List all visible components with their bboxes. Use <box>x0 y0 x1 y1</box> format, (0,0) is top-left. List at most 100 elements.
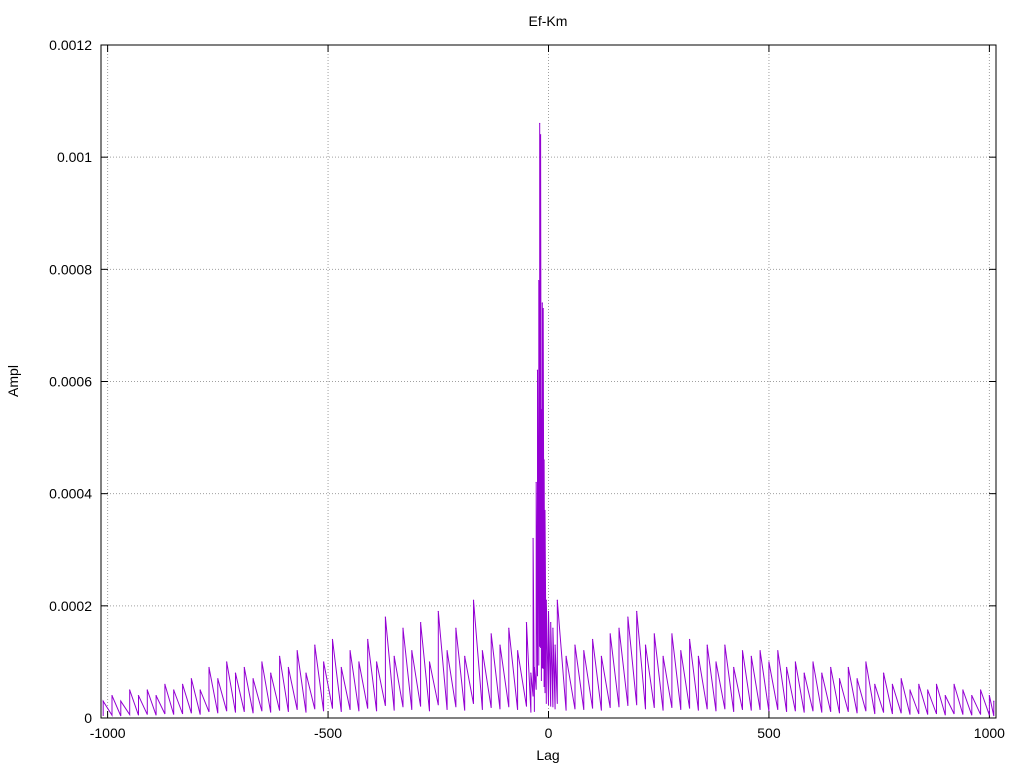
data-point <box>544 509 546 512</box>
data-point <box>644 644 647 646</box>
data-point <box>536 369 539 371</box>
data-point <box>243 666 245 669</box>
data-point <box>724 644 726 646</box>
data-point <box>988 694 990 697</box>
data-point <box>927 689 929 691</box>
data-point <box>715 661 717 663</box>
x-tick-label: 500 <box>757 725 781 741</box>
data-point <box>688 638 691 641</box>
data-point <box>918 683 920 685</box>
data-point <box>349 650 351 652</box>
x-axis-label: Lag <box>536 747 559 763</box>
data-point <box>532 537 534 540</box>
data-point <box>636 610 638 613</box>
data-point <box>411 650 413 652</box>
data-point <box>535 481 537 484</box>
data-point <box>697 655 700 657</box>
data-point <box>979 689 982 691</box>
data-point <box>662 655 664 657</box>
data-point <box>446 650 448 652</box>
data-point <box>838 678 841 680</box>
data-point <box>671 633 673 635</box>
data-point <box>706 644 708 646</box>
y-tick-label: 0.0002 <box>49 598 92 614</box>
data-point <box>111 694 113 697</box>
y-tick-label: 0.0004 <box>49 486 92 502</box>
data-point <box>900 678 902 680</box>
data-point <box>270 672 272 674</box>
data-point <box>296 650 298 652</box>
data-point <box>953 683 955 685</box>
x-tick-label: -500 <box>314 725 342 741</box>
data-point <box>750 655 752 657</box>
data-point <box>865 661 867 663</box>
data-point <box>129 689 131 691</box>
series-line-0 <box>102 123 995 718</box>
data-point <box>261 661 263 663</box>
data-point <box>944 694 946 697</box>
data-point <box>208 666 210 669</box>
series-group <box>102 122 995 718</box>
chart-svg: Ef-Km 0 0.0002 0.0004 0.0006 0.0008 0.001 0.00… <box>5 13 1005 763</box>
data-point <box>733 666 735 669</box>
data-point <box>545 599 547 601</box>
data-point <box>554 644 556 646</box>
data-point <box>812 661 814 663</box>
data-point <box>420 622 422 624</box>
x-tick-label: 1000 <box>974 725 1005 741</box>
data-point <box>472 599 475 601</box>
data-point <box>653 633 655 635</box>
data-point <box>600 655 603 657</box>
data-point <box>530 672 532 674</box>
data-point <box>540 408 543 411</box>
data-point <box>508 627 510 629</box>
x-tick-label: 0 <box>545 725 553 741</box>
data-point <box>490 633 492 635</box>
data-point <box>146 689 148 691</box>
data-point <box>481 650 483 652</box>
data-point <box>384 616 386 618</box>
data-point <box>993 700 995 702</box>
data-point <box>164 683 166 685</box>
y-tick-label: 0.0008 <box>49 261 92 277</box>
data-point <box>543 459 545 461</box>
data-point <box>565 655 567 657</box>
data-point <box>547 610 550 613</box>
data-point <box>102 700 104 702</box>
data-point <box>533 666 535 669</box>
data-point <box>550 622 552 624</box>
y-tick-label: 0.0006 <box>49 374 92 390</box>
data-point <box>314 644 316 646</box>
y-tick-label: 0.0012 <box>49 37 92 53</box>
data-point <box>583 650 585 652</box>
data-point <box>971 694 973 697</box>
data-point <box>874 683 876 685</box>
data-point <box>305 672 307 674</box>
data-point <box>680 650 682 652</box>
data-point <box>794 661 796 663</box>
data-point <box>428 661 431 663</box>
data-point <box>367 638 369 641</box>
y-axis-label: Ampl <box>5 365 21 397</box>
data-point <box>539 134 542 136</box>
data-point <box>759 650 761 652</box>
data-point <box>402 627 404 629</box>
data-point <box>618 627 620 629</box>
chart-title: Ef-Km <box>529 13 568 29</box>
data-point <box>882 672 885 674</box>
data-point <box>375 661 378 663</box>
data-point <box>181 683 184 685</box>
data-point <box>190 678 192 680</box>
y-tick-label: 0 <box>84 710 92 726</box>
data-point <box>120 700 122 702</box>
data-point <box>226 661 228 663</box>
data-point <box>847 666 849 669</box>
data-point <box>785 666 788 669</box>
data-point <box>556 599 558 601</box>
data-point <box>278 655 281 657</box>
data-point <box>542 307 544 310</box>
data-point <box>323 661 325 663</box>
data-point <box>962 689 964 691</box>
data-point <box>234 672 237 674</box>
data-point <box>217 678 219 680</box>
